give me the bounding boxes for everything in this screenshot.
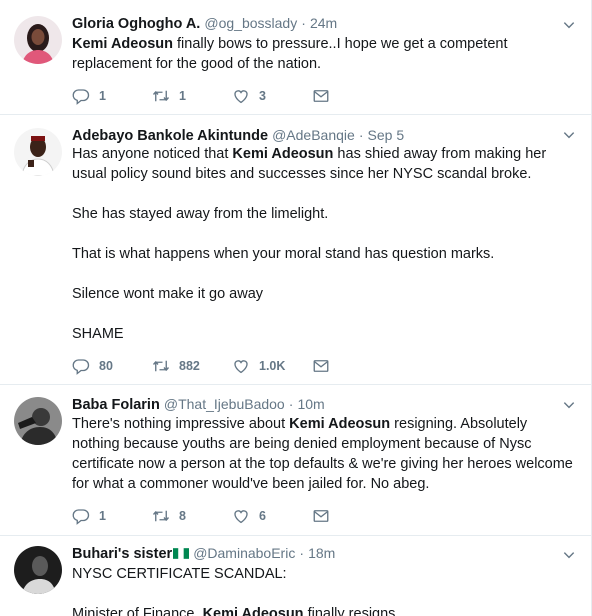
reply-icon (72, 357, 90, 375)
retweet-icon (152, 357, 170, 375)
display-name[interactable]: Gloria Oghogho A. (72, 16, 200, 32)
timestamp[interactable]: Sep 5 (368, 127, 405, 143)
tweet-actions: 1 8 6 (72, 506, 330, 526)
chevron-down-icon[interactable] (562, 18, 578, 34)
like-icon (232, 507, 250, 525)
tweet-actions: 80 882 1.0K (72, 356, 330, 376)
timestamp[interactable]: 18m (308, 545, 335, 561)
separator: · (358, 127, 364, 143)
keyword-highlight[interactable]: Kemi Adeosun (289, 416, 390, 432)
retweet-count: 8 (179, 509, 186, 523)
chevron-down-icon[interactable] (562, 398, 578, 414)
like-button[interactable]: 1.0K (232, 357, 312, 375)
direct-message-button[interactable] (312, 357, 330, 375)
paragraph: SHAME (72, 326, 124, 342)
reply-icon (72, 87, 90, 105)
tweet-header: Baba Folarin @That_IjebuBadoo · 10m (72, 394, 325, 414)
user-handle[interactable]: @DaminaboEric (193, 545, 295, 561)
tweet-header: Gloria Oghogho A. @og_bosslady · 24m (72, 13, 337, 33)
reply-count: 80 (99, 359, 113, 373)
user-handle[interactable]: @og_bosslady (204, 15, 297, 31)
separator: · (288, 396, 294, 412)
retweet-button[interactable]: 8 (152, 507, 232, 525)
text-segment: There's nothing impressive about (72, 416, 290, 432)
reply-button[interactable]: 1 (72, 87, 152, 105)
retweet-count: 1 (179, 89, 186, 103)
user-handle[interactable]: @That_IjebuBadoo (164, 396, 285, 412)
avatar[interactable] (14, 397, 62, 445)
direct-message-icon (312, 357, 330, 375)
chevron-down-icon[interactable] (562, 128, 578, 144)
keyword-highlight[interactable]: Kemi Adeosun (232, 146, 333, 162)
tweet-actions: 1 1 3 (72, 86, 330, 106)
tweet-text: Kemi Adeosun finally bows to pressure..I… (72, 34, 576, 74)
text-segment: finally resigns. (303, 606, 400, 616)
avatar[interactable] (14, 546, 62, 594)
like-count: 3 (259, 89, 266, 103)
tweet-text: Has anyone noticed that Kemi Adeosun has… (72, 144, 576, 344)
tweet[interactable]: Adebayo Bankole Akintunde @AdeBanqie · S… (0, 115, 591, 385)
paragraph: She has stayed away from the limelight. (72, 206, 329, 222)
paragraph: NYSC CERTIFICATE SCANDAL: (72, 566, 287, 582)
keyword-highlight[interactable]: Kemi Adeosun (72, 36, 173, 52)
direct-message-icon (312, 87, 330, 105)
display-name[interactable]: Baba Folarin (72, 397, 160, 413)
reply-count: 1 (99, 89, 106, 103)
tweet-header: Buhari's sister @DaminaboEric · 18m (72, 543, 335, 563)
avatar[interactable] (14, 128, 62, 176)
separator: · (299, 545, 305, 561)
reply-button[interactable]: 80 (72, 357, 152, 375)
retweet-button[interactable]: 882 (152, 357, 232, 375)
nigeria-flag-icon (173, 548, 190, 559)
tweet[interactable]: Buhari's sister @DaminaboEric · 18m NYSC… (0, 536, 591, 616)
tweet-timeline: Gloria Oghogho A. @og_bosslady · 24m Kem… (0, 0, 592, 616)
separator: · (301, 15, 306, 31)
like-count: 6 (259, 509, 266, 523)
like-count: 1.0K (259, 359, 286, 373)
reply-icon (72, 507, 90, 525)
tweet[interactable]: Gloria Oghogho A. @og_bosslady · 24m Kem… (0, 0, 591, 115)
paragraph: Silence wont make it go away (72, 286, 264, 302)
chevron-down-icon[interactable] (562, 548, 578, 564)
retweet-button[interactable]: 1 (152, 87, 232, 105)
timestamp[interactable]: 10m (297, 396, 324, 412)
like-icon (232, 87, 250, 105)
avatar[interactable] (14, 16, 62, 64)
direct-message-icon (312, 507, 330, 525)
direct-message-button[interactable] (312, 87, 330, 105)
reply-button[interactable]: 1 (72, 507, 152, 525)
reply-count: 1 (99, 509, 106, 523)
text-segment: Minister of Finance, (72, 606, 203, 616)
tweet-text: NYSC CERTIFICATE SCANDAL: Minister of Fi… (72, 564, 576, 616)
text-segment: Has anyone noticed that (72, 146, 233, 162)
paragraph: That is what happens when your moral sta… (72, 246, 495, 262)
display-name[interactable]: Adebayo Bankole Akintunde (72, 128, 268, 144)
keyword-highlight[interactable]: Kemi Adeosun (203, 606, 304, 616)
user-handle[interactable]: @AdeBanqie (272, 127, 355, 143)
like-icon (232, 357, 250, 375)
like-button[interactable]: 6 (232, 507, 312, 525)
tweet[interactable]: Baba Folarin @That_IjebuBadoo · 10m Ther… (0, 385, 591, 536)
retweet-icon (152, 87, 170, 105)
retweet-icon (152, 507, 170, 525)
tweet-header: Adebayo Bankole Akintunde @AdeBanqie · S… (72, 125, 404, 145)
retweet-count: 882 (179, 359, 200, 373)
tweet-text: There's nothing impressive about Kemi Ad… (72, 414, 576, 494)
timestamp[interactable]: 24m (310, 15, 337, 31)
direct-message-button[interactable] (312, 507, 330, 525)
like-button[interactable]: 3 (232, 87, 312, 105)
display-name[interactable]: Buhari's sister (72, 546, 172, 562)
